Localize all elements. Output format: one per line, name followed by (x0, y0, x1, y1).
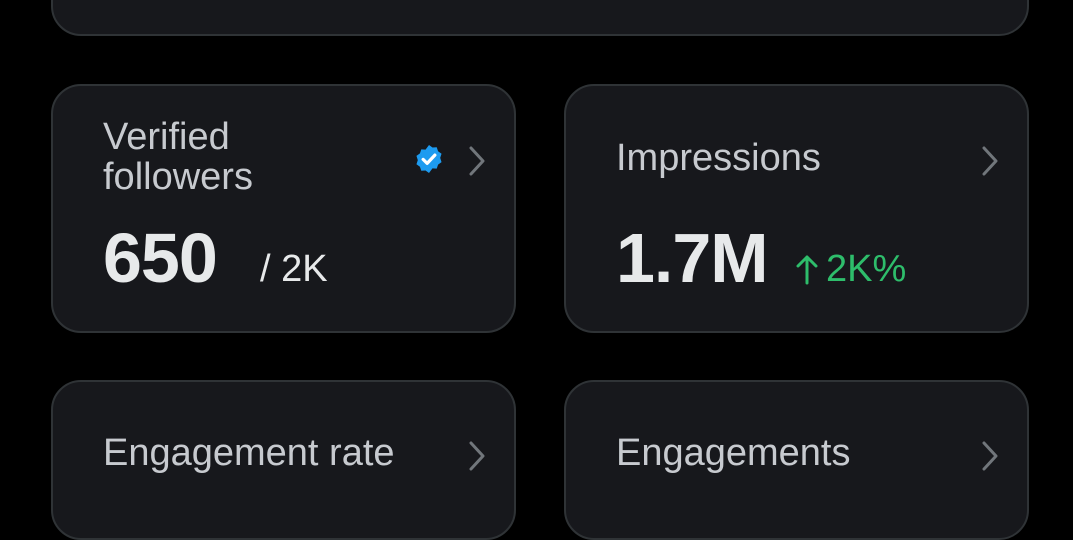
engagements-label: Engagements (616, 432, 851, 474)
engagements-card[interactable]: Engagements (564, 380, 1029, 540)
impressions-change: 2K% (794, 247, 906, 291)
verified-followers-label-line1: Verified (103, 116, 230, 158)
previous-card[interactable] (51, 0, 1029, 36)
engagement-rate-card[interactable]: Engagement rate (51, 380, 516, 540)
chevron-right-icon[interactable] (975, 437, 1005, 475)
impressions-change-value: 2K% (826, 248, 907, 290)
verified-followers-label: Verified followers (103, 117, 253, 197)
impressions-label: Impressions (616, 137, 821, 179)
verified-followers-value: 650 (103, 219, 218, 297)
impressions-card[interactable]: Impressions 1.7M 2K% (564, 84, 1029, 333)
chevron-right-icon[interactable] (462, 142, 492, 180)
verified-followers-total: / 2K (260, 248, 328, 290)
verified-followers-label-line2: followers (103, 156, 253, 198)
engagement-rate-label: Engagement rate (103, 432, 395, 474)
impressions-value: 1.7M (616, 219, 769, 297)
verified-followers-card[interactable]: Verified followers 650 / 2K (51, 84, 516, 333)
chevron-right-icon[interactable] (975, 142, 1005, 180)
arrow-up-icon (796, 255, 818, 285)
verified-badge-icon (416, 145, 442, 173)
chevron-right-icon[interactable] (462, 437, 492, 475)
